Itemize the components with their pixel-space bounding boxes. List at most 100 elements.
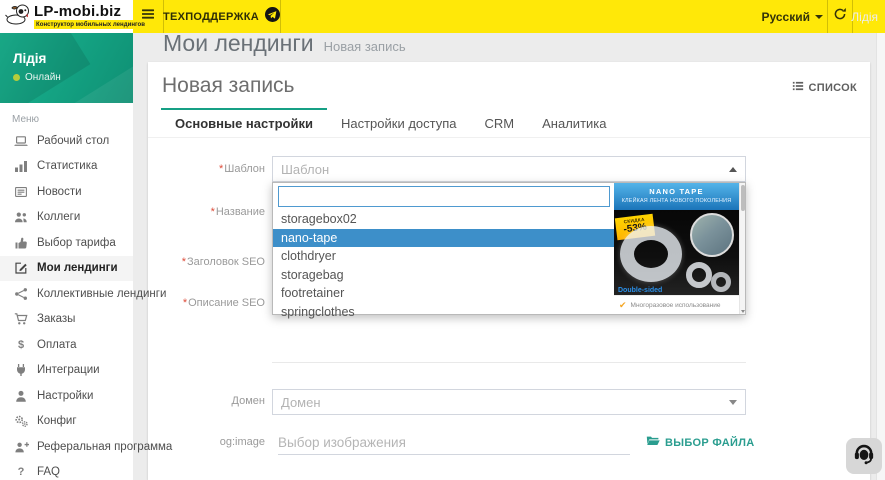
template-option-footretainer[interactable]: footretainer	[273, 284, 614, 303]
lp-mobi-app: LP-mobi.biz Конструктор мобильных лендин…	[0, 0, 885, 480]
template-select[interactable]: Шаблон	[272, 156, 746, 182]
refresh-icon	[833, 7, 847, 26]
preview-feature-row: ✔ Многоразовое использование	[614, 295, 739, 314]
template-option-nano-tape[interactable]: nano-tape	[273, 229, 614, 248]
dropdown-scroll-down-icon	[741, 310, 745, 313]
telegram-icon	[265, 7, 280, 27]
dog-logo-icon	[5, 3, 31, 30]
support-label: ТЕХПОДДЕРЖКА	[163, 11, 259, 23]
refresh-button[interactable]	[831, 0, 849, 33]
folder-icon	[646, 434, 660, 451]
page-scrollbar[interactable]	[876, 33, 885, 480]
share-icon	[13, 287, 29, 301]
chevron-up-icon	[729, 167, 737, 172]
laptop-icon	[13, 134, 29, 148]
newspaper-icon	[13, 185, 29, 199]
dropdown-scrollbar-thumb[interactable]	[741, 185, 745, 211]
template-search-input[interactable]	[279, 187, 609, 206]
hamburger-icon	[141, 7, 155, 26]
template-option-springclothes[interactable]: springclothes	[273, 303, 614, 322]
cart-icon	[13, 312, 29, 326]
template-option-storagebag[interactable]: storagebag	[273, 266, 614, 285]
sidebar-item-my-landings[interactable]: Мои лендинги	[0, 256, 133, 282]
user-menu[interactable]: Лідія	[851, 0, 878, 33]
sidebar-item-faq[interactable]: ? FAQ	[0, 460, 133, 480]
sidebar-item-tariff[interactable]: Выбор тарифа	[0, 230, 133, 256]
sidebar-item-integrations[interactable]: Интеграции	[0, 358, 133, 384]
card-title: Новая запись	[162, 74, 295, 98]
tab-main-settings[interactable]: Основные настройки	[161, 108, 327, 137]
sidebar-item-collective-landings[interactable]: Коллективные лендинги	[0, 281, 133, 307]
tab-crm[interactable]: CRM	[471, 108, 529, 137]
dropdown-scrollbar[interactable]	[739, 183, 745, 314]
template-field-label: *Шаблон	[153, 163, 265, 175]
sidebar-item-settings[interactable]: Настройки	[0, 383, 133, 409]
page-title: Мои лендинги	[163, 30, 314, 57]
user-plus-icon	[13, 440, 29, 454]
sidebar-item-config[interactable]: Конфиг	[0, 409, 133, 435]
sidebar-item-colleagues[interactable]: Коллеги	[0, 205, 133, 231]
template-search-box	[278, 186, 610, 207]
preview-product-image: СКИДКА -53% Double-sided	[614, 210, 739, 295]
seo-description-input-underline	[272, 362, 746, 363]
gears-icon	[13, 414, 29, 428]
edit-icon	[13, 261, 29, 275]
tape-roll-small	[711, 272, 731, 292]
template-option-storagebox02[interactable]: storagebox02	[273, 210, 614, 229]
language-dropdown[interactable]: Русский	[762, 0, 824, 33]
list-button[interactable]: СПИСОК	[792, 80, 858, 95]
logo-tagline: Конструктор мобильных лендингов	[34, 20, 147, 29]
sidebar: Лідія Онлайн Меню Рабочий стол Статистик…	[0, 33, 133, 480]
name-field-label: *Название	[153, 206, 265, 218]
domain-select[interactable]: Домен	[272, 389, 746, 415]
user-profile-panel: Лідія Онлайн	[0, 33, 133, 103]
og-image-input[interactable]	[278, 430, 630, 455]
plug-icon	[13, 363, 29, 377]
headset-icon	[852, 442, 876, 471]
bar-chart-icon	[13, 159, 29, 173]
support-button[interactable]: ТЕХПОДДЕРЖКА	[163, 0, 280, 33]
breadcrumb-sub: Новая запись	[324, 39, 406, 54]
support-chat-button[interactable]	[846, 438, 882, 474]
users-icon	[13, 210, 29, 224]
language-label: Русский	[762, 10, 811, 24]
dollar-icon: $	[13, 339, 29, 351]
choose-file-button[interactable]: ВЫБОР ФАЙЛА	[646, 434, 755, 451]
tape-roll-large	[620, 226, 682, 282]
sidebar-item-referral[interactable]: Реферальная программа	[0, 434, 133, 460]
domain-select-placeholder: Домен	[281, 395, 729, 410]
preview-inset-circle	[690, 213, 734, 257]
username-label: Лідія	[851, 10, 878, 24]
menu-section-label: Меню	[12, 114, 133, 125]
sidebar-toggle-button[interactable]	[133, 0, 163, 33]
topbar-divider	[827, 0, 828, 33]
sidebar-item-payment[interactable]: $ Оплата	[0, 332, 133, 358]
preview-caption: Double-sided	[618, 287, 662, 294]
check-icon: ✔	[619, 301, 627, 310]
logo[interactable]: LP-mobi.biz Конструктор мобильных лендин…	[0, 0, 133, 33]
chevron-down-icon	[729, 400, 737, 405]
online-status-dot	[13, 74, 20, 81]
seo-title-field-label: *Заголовок SEO	[153, 256, 265, 268]
thumbs-up-icon	[13, 236, 29, 250]
preview-subtitle: КЛЕЙКАЯ ЛЕНТА НОВОГО ПОКОЛЕНИЯ	[614, 198, 739, 204]
template-preview-thumbnail[interactable]: NANO TAPE КЛЕЙКАЯ ЛЕНТА НОВОГО ПОКОЛЕНИЯ…	[614, 183, 739, 314]
user-icon	[13, 389, 29, 403]
template-option-clothdryer[interactable]: clothdryer	[273, 247, 614, 266]
preview-header: NANO TAPE КЛЕЙКАЯ ЛЕНТА НОВОГО ПОКОЛЕНИЯ	[614, 183, 739, 210]
og-image-field	[278, 430, 630, 455]
tab-access-settings[interactable]: Настройки доступа	[327, 108, 471, 137]
sidebar-item-orders[interactable]: Заказы	[0, 307, 133, 333]
template-dropdown-panel: storagebox02 nano-tape clothdryer storag…	[272, 182, 746, 315]
domain-field-label: Домен	[153, 395, 265, 407]
list-icon	[792, 80, 804, 95]
sidebar-item-statistics[interactable]: Статистика	[0, 154, 133, 180]
logo-title: LP-mobi.biz	[34, 4, 147, 19]
new-record-card: Новая запись СПИСОК Основные настройки Н…	[148, 62, 870, 480]
sidebar-item-news[interactable]: Новости	[0, 179, 133, 205]
topbar-divider	[280, 0, 281, 33]
profile-name: Лідія	[13, 51, 133, 66]
topbar: LP-mobi.biz Конструктор мобильных лендин…	[0, 0, 885, 33]
sidebar-item-dashboard[interactable]: Рабочий стол	[0, 128, 133, 154]
tab-analytics[interactable]: Аналитика	[528, 108, 620, 137]
